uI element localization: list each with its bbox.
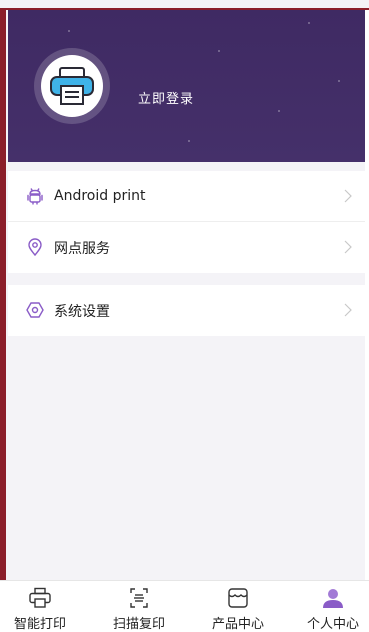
settings-hexagon-icon bbox=[26, 302, 44, 318]
profile-header: 立即登录 bbox=[8, 10, 365, 162]
chevron-right-icon bbox=[344, 189, 352, 203]
menu-item-label: 系统设置 bbox=[54, 303, 110, 320]
decor-star bbox=[338, 80, 340, 82]
menu-group-primary: Android print 网点服务 bbox=[8, 171, 365, 273]
menu-item-label: Android print bbox=[54, 188, 146, 204]
store-icon bbox=[228, 588, 248, 608]
menu-group-settings: 系统设置 bbox=[8, 285, 365, 336]
app-screen: 立即登录 Android print 网点服务 系统设置 智能打印 扫描复印 产… bbox=[0, 0, 369, 632]
tab-label: 产品中心 bbox=[211, 617, 264, 632]
menu-item-android-print[interactable]: Android print bbox=[8, 171, 365, 222]
window-border-left bbox=[0, 10, 6, 631]
decor-star bbox=[308, 22, 310, 24]
decor-star bbox=[68, 30, 70, 32]
tab-label: 智能打印 bbox=[13, 617, 66, 632]
decor-star bbox=[218, 50, 220, 52]
location-pin-icon bbox=[28, 238, 42, 256]
decor-star bbox=[188, 140, 190, 142]
menu-item-outlet-service[interactable]: 网点服务 bbox=[8, 222, 365, 273]
menu-item-label: 网点服务 bbox=[54, 240, 110, 257]
tab-label: 扫描复印 bbox=[112, 617, 165, 632]
scan-icon bbox=[130, 588, 148, 608]
chevron-right-icon bbox=[344, 240, 352, 254]
login-link[interactable]: 立即登录 bbox=[138, 88, 194, 107]
tab-smart-print[interactable]: 智能打印 bbox=[5, 581, 75, 632]
avatar[interactable] bbox=[41, 55, 103, 117]
decor-star bbox=[278, 110, 280, 112]
tab-product-center[interactable]: 产品中心 bbox=[203, 581, 273, 632]
menu-item-system-settings[interactable]: 系统设置 bbox=[8, 285, 365, 336]
user-icon bbox=[323, 589, 343, 608]
window-border-right bbox=[365, 10, 369, 631]
tab-personal-center[interactable]: 个人中心 bbox=[298, 581, 368, 632]
chevron-right-icon bbox=[344, 303, 352, 317]
printer-icon bbox=[50, 67, 94, 105]
tab-label: 个人中心 bbox=[306, 617, 359, 632]
printer-outline-icon bbox=[29, 587, 51, 608]
bottom-tab-bar: 智能打印 扫描复印 产品中心 个人中心 bbox=[0, 580, 369, 632]
tab-scan-copy[interactable]: 扫描复印 bbox=[104, 581, 174, 632]
android-icon bbox=[27, 188, 43, 205]
